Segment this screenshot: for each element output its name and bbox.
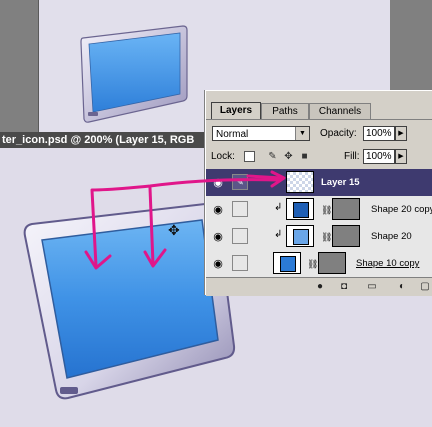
annotation-arrow-right bbox=[246, 174, 284, 180]
annotation-arrow-middle bbox=[148, 186, 155, 266]
annotation-arrows bbox=[84, 170, 286, 270]
annotation-arrow-left bbox=[90, 178, 280, 268]
